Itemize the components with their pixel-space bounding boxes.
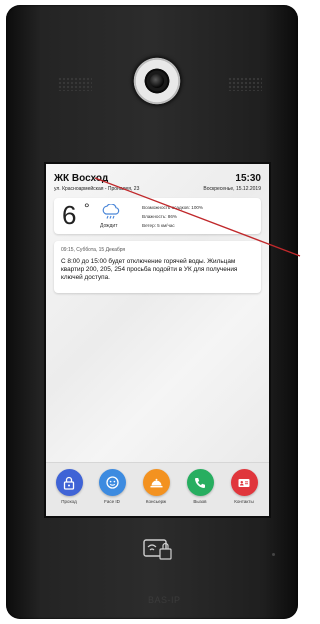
- dock-label-face-id: Face ID: [104, 499, 120, 504]
- degree-symbol: °: [84, 200, 90, 216]
- face-icon: [105, 476, 119, 489]
- wind-text: Ветер: 5 км/час: [142, 223, 175, 229]
- contacts-icon: [238, 478, 250, 487]
- humidity-text: Влажность: 86%: [142, 214, 178, 220]
- display-screen: ЖК Восход 15:30 ул. Красноармейская - Пр…: [44, 162, 271, 518]
- speaker-grille-left: [58, 77, 92, 91]
- dock-item-concierge[interactable]: Консьерж: [136, 469, 176, 504]
- dock-label-concierge: Консьерж: [145, 499, 167, 504]
- camera-lens: [150, 74, 164, 88]
- weather-details: Возможность осадков: 100% Влажность: 86%…: [142, 203, 203, 231]
- app-dock: Проход Face ID Консьерж Вызов Контакты: [46, 462, 269, 516]
- dock-button-face-id[interactable]: [98, 469, 126, 496]
- status-led: [272, 553, 275, 556]
- rain-cloud-icon: [102, 204, 120, 219]
- dock-item-contacts[interactable]: Контакты: [224, 469, 264, 504]
- notice-message: С 8:00 до 15:00 будет отключение горячей…: [61, 258, 238, 281]
- card-reader-icon[interactable]: [140, 535, 176, 563]
- notice-card[interactable]: 09:15, Суббота, 15 Декабря С 8:00 до 15:…: [54, 241, 261, 293]
- phone-icon: [195, 477, 205, 488]
- bell-icon: [150, 478, 162, 488]
- address-text: ул. Красноармейская - Проналея, 23: [54, 186, 140, 192]
- weather-condition: Дождит: [100, 223, 118, 229]
- screen-header: ЖК Восход 15:30 ул. Красноармейская - Пр…: [54, 173, 261, 192]
- complex-title: ЖК Восход: [54, 173, 109, 184]
- dock-button-contacts[interactable]: [230, 469, 258, 496]
- brand-logo: BAS-IP: [148, 595, 181, 605]
- weather-card[interactable]: 6 ° Дождит Возможность осадков: 100% Вла…: [54, 198, 261, 234]
- dock-item-entry[interactable]: Проход: [49, 469, 89, 504]
- dock-label-entry: Проход: [61, 499, 77, 504]
- dock-label-contacts: Контакты: [234, 499, 254, 504]
- camera-icon: [133, 57, 181, 105]
- speaker-grille-right: [228, 77, 262, 91]
- lock-icon: [63, 476, 75, 490]
- clock-time: 15:30: [235, 173, 261, 184]
- dock-item-face-id[interactable]: Face ID: [92, 469, 132, 504]
- dock-button-call[interactable]: [186, 469, 214, 496]
- dock-button-entry[interactable]: [55, 469, 83, 496]
- temperature-value: 6: [62, 200, 77, 230]
- dock-button-concierge[interactable]: [142, 469, 170, 496]
- precipitation-text: Возможность осадков: 100%: [142, 205, 204, 210]
- notice-timestamp: 09:15, Суббота, 15 Декабря: [61, 247, 126, 253]
- dock-item-call[interactable]: Вызов: [180, 469, 220, 504]
- date-text: Воскресенье, 15.12.2019: [203, 186, 261, 192]
- dock-label-call: Вызов: [193, 499, 207, 504]
